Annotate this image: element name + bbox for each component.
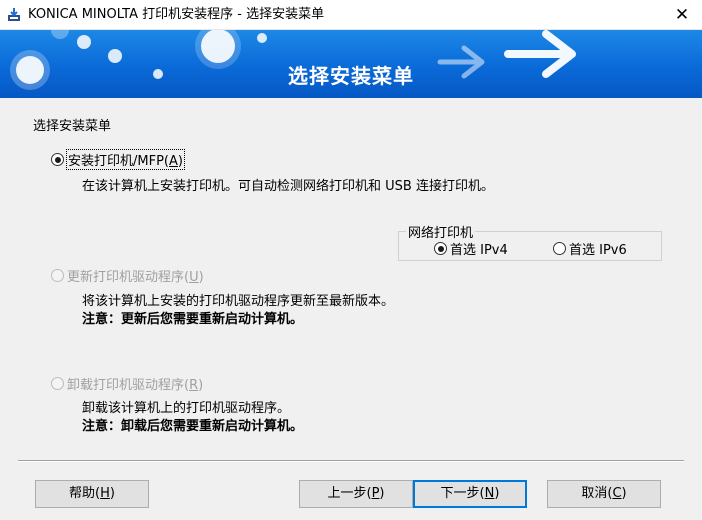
divider bbox=[18, 460, 684, 462]
update-driver-note: 注意：更新后您需要重新启动计算机。 bbox=[82, 312, 304, 327]
radio-install-printer[interactable]: 安装打印机/MFP(A) bbox=[51, 149, 185, 170]
back-button[interactable]: 上一步(P) bbox=[299, 480, 413, 508]
next-button[interactable]: 下一步(N) bbox=[413, 480, 527, 508]
update-driver-description: 将该计算机上安装的打印机驱动程序更新至最新版本。 bbox=[82, 294, 395, 309]
radio-prefer-ipv4-label: 首选 IPv4 bbox=[450, 243, 508, 258]
radio-prefer-ipv6[interactable]: 首选 IPv6 bbox=[553, 239, 627, 258]
printer-download-icon bbox=[6, 7, 22, 23]
radio-update-driver: 更新打印机驱动程序(U) bbox=[51, 266, 204, 285]
install-printer-description: 在该计算机上安装打印机。可自动检测网络打印机和 USB 连接打印机。 bbox=[82, 179, 494, 194]
radio-indicator bbox=[51, 269, 64, 282]
radio-indicator[interactable] bbox=[553, 242, 566, 255]
radio-indicator[interactable] bbox=[51, 153, 64, 166]
content-area: 选择安装菜单 安装打印机/MFP(A) 在该计算机上安装打印机。可自动检测网络打… bbox=[0, 98, 702, 520]
radio-uninstall-driver: 卸载打印机驱动程序(R) bbox=[51, 374, 203, 393]
cancel-button[interactable]: 取消(C) bbox=[547, 480, 661, 508]
radio-indicator bbox=[51, 377, 64, 390]
radio-prefer-ipv4[interactable]: 首选 IPv4 bbox=[434, 239, 508, 258]
section-label: 选择安装菜单 bbox=[33, 119, 112, 134]
radio-install-printer-label: 安装打印机/MFP(A) bbox=[66, 149, 185, 170]
banner-title: 选择安装菜单 bbox=[288, 64, 414, 88]
radio-uninstall-driver-label: 卸载打印机驱动程序(R) bbox=[67, 378, 204, 393]
window-title: KONICA MINOLTA 打印机安装程序 - 选择安装菜单 bbox=[28, 7, 325, 22]
close-button[interactable]: ✕ bbox=[662, 0, 702, 30]
uninstall-driver-description: 卸载该计算机上的打印机驱动程序。 bbox=[82, 401, 291, 416]
radio-prefer-ipv6-label: 首选 IPv6 bbox=[569, 243, 627, 258]
title-bar: KONICA MINOLTA 打印机安装程序 - 选择安装菜单 ✕ bbox=[0, 0, 702, 30]
header-banner: 选择安装菜单 bbox=[0, 30, 702, 98]
uninstall-driver-note: 注意：卸载后您需要重新启动计算机。 bbox=[82, 419, 304, 434]
radio-indicator[interactable] bbox=[434, 242, 447, 255]
help-button[interactable]: 帮助(H) bbox=[35, 480, 149, 508]
radio-update-driver-label: 更新打印机驱动程序(U) bbox=[67, 270, 204, 285]
